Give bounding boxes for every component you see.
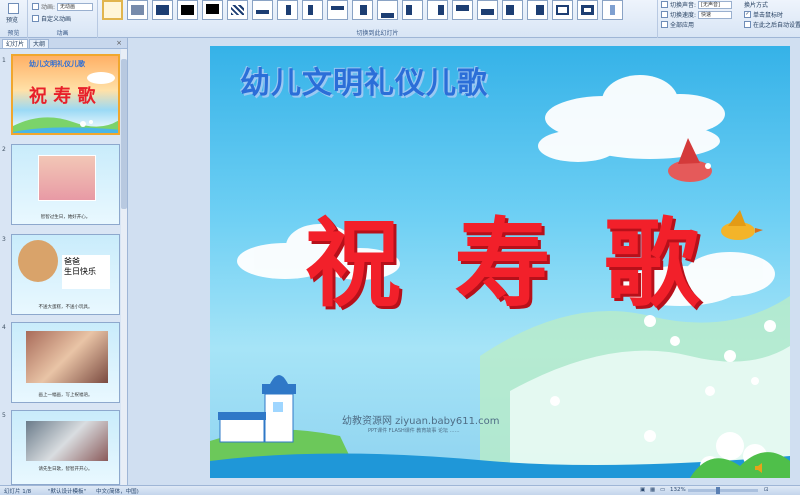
transition-group-label: 切换到此幻灯片 xyxy=(356,30,399,37)
slide-thumbnail-3[interactable]: 爸爸 生日快乐 不送大蛋糕，不送小玩具。 xyxy=(11,234,120,315)
advance-slide-label: 换片方式 xyxy=(744,2,769,9)
apply-to-all-button[interactable]: 全部应用 xyxy=(661,20,694,29)
speaker-icon[interactable] xyxy=(754,458,766,473)
slide-thumbnail-2[interactable]: 智智过生日，她好开心。 xyxy=(11,144,120,225)
thumb-photo xyxy=(38,155,96,201)
slide-editor: 幼儿文明礼仪儿歌 祝 寿 歌 幼教资源网 ziyuan.baby611.com … xyxy=(128,38,800,485)
transition-wipe-right[interactable] xyxy=(302,0,323,20)
advance-slide-group: 换片方式 ✓ 单击鼠标时 在此之后自动设置 xyxy=(742,0,800,38)
transition-wipe-up[interactable] xyxy=(327,0,348,20)
zoom-slider-knob[interactable] xyxy=(716,487,720,494)
view-normal-icon[interactable]: ▣ xyxy=(640,487,645,493)
slide-number: 1 xyxy=(2,57,6,64)
transition-box-in[interactable] xyxy=(552,0,573,20)
auto-advance-checkbox[interactable]: 在此之后自动设置 xyxy=(744,20,800,29)
watermark-subtext: PPT课件 FLASH课件 教育故事 论坛 …… xyxy=(368,428,460,434)
slide-number: 2 xyxy=(2,146,6,153)
apply-all-icon xyxy=(661,21,668,28)
transition-cover-up[interactable] xyxy=(477,0,498,20)
on-mouse-click-checkbox[interactable]: ✓ 单击鼠标时 xyxy=(744,10,783,19)
thumb-face-drawing xyxy=(18,240,58,282)
preview-group: 预览 预览 xyxy=(0,0,28,38)
panel-scrollbar-thumb[interactable] xyxy=(121,59,127,209)
transition-group: 切换到此幻灯片 xyxy=(98,0,658,38)
language-indicator[interactable]: 中文(简体，中国) xyxy=(96,487,139,495)
custom-animation-button[interactable]: 自定义动画 xyxy=(32,14,71,23)
theme-name: "默认设计模板" xyxy=(48,489,87,495)
transition-sound-row: 切换声音: [无声音] xyxy=(661,0,733,9)
transition-dissolve[interactable] xyxy=(227,0,248,20)
slide-number: 4 xyxy=(2,324,6,331)
speed-icon xyxy=(661,11,668,18)
transition-cut-black[interactable] xyxy=(202,0,223,20)
watermark-text: 幼教资源网 ziyuan.baby611.com xyxy=(342,416,500,427)
transition-uncover-right[interactable] xyxy=(427,0,448,20)
preview-icon[interactable] xyxy=(8,3,19,14)
transition-cut[interactable] xyxy=(177,0,198,20)
slide-heading[interactable]: 祝 寿 歌 xyxy=(305,186,710,325)
fit-window-icon[interactable]: ⊡ xyxy=(764,487,769,493)
thumb-caption: 画上一幅画，写上祝福语。 xyxy=(38,393,93,398)
tab-slides[interactable]: 幻灯片 xyxy=(2,39,29,48)
slide-title[interactable]: 幼儿文明礼仪儿歌 xyxy=(240,58,488,102)
animation-icon xyxy=(32,3,39,10)
zoom-level[interactable]: 132% xyxy=(670,487,686,493)
transition-push-right[interactable] xyxy=(527,0,548,20)
transition-wipe-left[interactable] xyxy=(277,0,298,20)
slide-number: 3 xyxy=(2,236,6,243)
checkbox-checked-icon: ✓ xyxy=(744,11,751,18)
checkbox-unchecked-icon xyxy=(744,21,751,28)
view-slideshow-icon[interactable]: ▭ xyxy=(660,487,665,493)
transition-uncover-down[interactable] xyxy=(377,0,398,20)
transition-box-out[interactable] xyxy=(577,0,598,20)
thumb-caption: 请先生日歌，智智开开心。 xyxy=(38,467,93,472)
yellow-bird-icon xyxy=(721,210,763,240)
thumb-caption: 智智过生日，她好开心。 xyxy=(40,215,91,220)
transition-gallery xyxy=(100,0,628,24)
animation-effect-row: 动画: 无动画 xyxy=(32,2,94,11)
preview-group-label: 预览 xyxy=(7,30,20,37)
slide-panel: 幻灯片 大纲 × 1 幼儿文明礼仪儿歌 祝 寿 歌 2 智智过生日，她好开心。 … xyxy=(0,38,128,485)
close-icon[interactable]: × xyxy=(116,39,122,47)
transition-gallery-more[interactable] xyxy=(602,0,623,20)
status-bar: 幻灯片 1/8 "默认设计模板" 中文(简体，中国) ▣ ▦ ▭ 132% ⊡ xyxy=(0,485,800,495)
thumb-caption: 不送大蛋糕，不送小玩具。 xyxy=(38,305,93,310)
transition-options: 切换声音: [无声音] 切换速度: 快速 全部应用 xyxy=(658,0,742,38)
preview-button[interactable]: 预览 xyxy=(6,15,18,24)
transition-speed-select[interactable]: 快速 xyxy=(698,10,733,19)
transition-wipe-down[interactable] xyxy=(252,0,273,20)
transition-fade[interactable] xyxy=(127,0,148,20)
transition-sound-select[interactable]: [无声音] xyxy=(698,0,733,9)
slide-thumbnail-5[interactable]: 请先生日歌，智智开开心。 xyxy=(11,410,120,485)
slide-thumbnail-4[interactable]: 画上一幅画，写上祝福语。 xyxy=(11,322,120,403)
zoom-slider[interactable] xyxy=(688,489,758,492)
thumb-card: 爸爸 生日快乐 xyxy=(62,255,110,289)
thumb-photo xyxy=(26,421,108,461)
ribbon: 预览 预览 动画: 无动画 自定义动画 动画 切换到此幻灯片 切换声音: [无声… xyxy=(0,0,800,38)
transition-split[interactable] xyxy=(352,0,373,20)
animation-group-label: 动画 xyxy=(56,30,69,37)
animation-group: 动画: 无动画 自定义动画 动画 xyxy=(28,0,98,38)
transition-none[interactable] xyxy=(102,0,123,20)
view-sorter-icon[interactable]: ▦ xyxy=(650,487,655,493)
lighthouse-icon xyxy=(218,375,296,443)
slide-number: 5 xyxy=(2,412,6,419)
transition-uncover-left[interactable] xyxy=(402,0,423,20)
transition-push-left[interactable] xyxy=(502,0,523,20)
panel-tabs: 幻灯片 大纲 × xyxy=(0,38,127,49)
custom-animation-icon xyxy=(32,15,39,22)
transition-fade-black[interactable] xyxy=(152,0,173,20)
transition-cover-down[interactable] xyxy=(452,0,473,20)
animation-effect-select[interactable]: 无动画 xyxy=(57,2,94,11)
transition-speed-row: 切换速度: 快速 xyxy=(661,10,733,19)
main-slide[interactable]: 幼儿文明礼仪儿歌 祝 寿 歌 幼教资源网 ziyuan.baby611.com … xyxy=(210,46,790,478)
tab-outline[interactable]: 大纲 xyxy=(29,39,50,48)
thumb-scene xyxy=(13,72,118,133)
slide-counter: 幻灯片 1/8 xyxy=(4,489,32,495)
slide-thumbnail-1[interactable]: 幼儿文明礼仪儿歌 祝 寿 歌 xyxy=(11,54,120,135)
panel-scrollbar[interactable] xyxy=(121,49,127,485)
sound-icon xyxy=(661,1,668,8)
thumb-photo xyxy=(26,331,108,383)
